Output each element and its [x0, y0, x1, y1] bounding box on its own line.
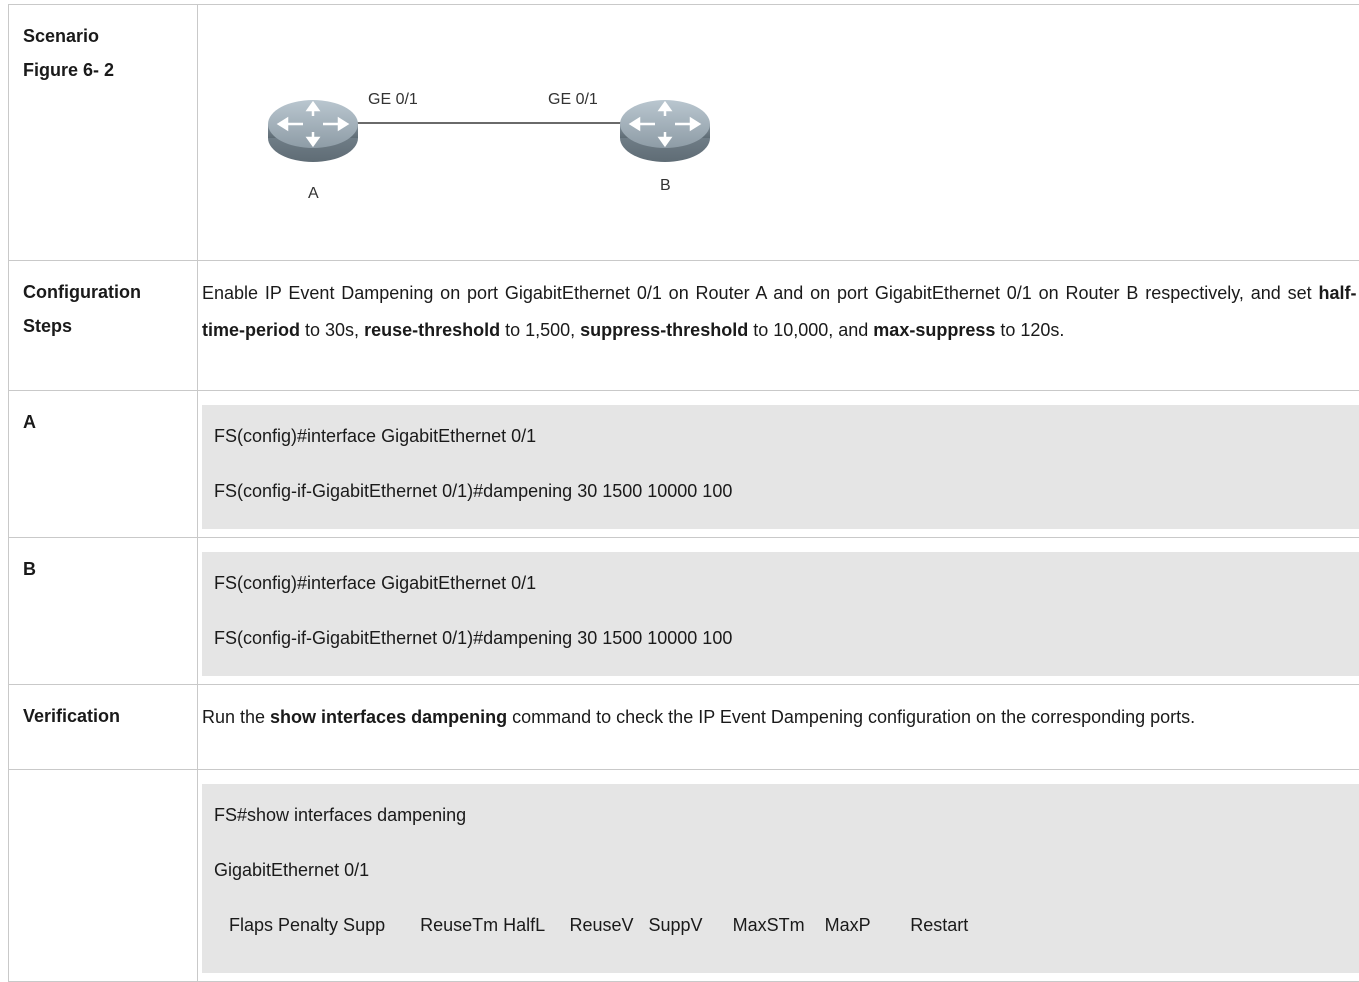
config-text-1: Enable IP Event Dampening on port Gigabi…: [202, 283, 1319, 303]
router-a-code-cell: FS(config)#interface GigabitEthernet 0/1…: [198, 391, 1359, 538]
verification-paragraph: Run the show interfaces dampening comman…: [198, 685, 1359, 736]
router-a-label: A: [308, 185, 319, 203]
verification-text-cell: Run the show interfaces dampening comman…: [198, 685, 1359, 770]
code-line: FS(config)#interface GigabitEthernet 0/1: [214, 409, 1359, 464]
config-steps-label-line2: Steps: [23, 309, 197, 343]
router-b-row-label: B: [23, 552, 197, 586]
reuse-threshold-term: reuse-threshold: [364, 320, 500, 340]
output-code-block: FS#show interfaces dampening GigabitEthe…: [202, 784, 1359, 973]
port-a-label: GE 0/1: [368, 91, 418, 109]
show-interfaces-dampening-term: show interfaces dampening: [270, 707, 507, 727]
router-b-code-block: FS(config)#interface GigabitEthernet 0/1…: [202, 552, 1359, 676]
code-line: Flaps Penalty Supp ReuseTm HalfL ReuseV …: [214, 898, 1359, 953]
verification-label-cell: Verification: [9, 685, 198, 770]
output-row: FS#show interfaces dampening GigabitEthe…: [9, 770, 1359, 982]
router-a-label-cell: A: [9, 391, 198, 538]
scenario-label: Scenario: [23, 19, 197, 53]
config-steps-text-cell: Enable IP Event Dampening on port Gigabi…: [198, 261, 1359, 391]
router-b-label-cell: B: [9, 538, 198, 685]
suppress-threshold-term: suppress-threshold: [580, 320, 748, 340]
config-text-4: to 10,000, and: [748, 320, 873, 340]
config-steps-row: Configuration Steps Enable IP Event Damp…: [9, 261, 1359, 391]
config-steps-label-cell: Configuration Steps: [9, 261, 198, 391]
router-b-label: B: [660, 177, 671, 195]
scenario-label-cell: Scenario Figure 6- 2: [9, 5, 198, 261]
topology-diagram: [268, 75, 788, 215]
router-a-row: A FS(config)#interface GigabitEthernet 0…: [9, 391, 1359, 538]
config-steps-paragraph: Enable IP Event Dampening on port Gigabi…: [198, 261, 1359, 349]
verification-row: Verification Run the show interfaces dam…: [9, 685, 1359, 770]
verification-label: Verification: [23, 699, 197, 733]
router-a-row-label: A: [23, 405, 197, 439]
config-text-5: to 120s.: [995, 320, 1064, 340]
max-suppress-term: max-suppress: [873, 320, 995, 340]
verification-text-2: command to check the IP Event Dampening …: [507, 707, 1195, 727]
config-text-2: to 30s,: [300, 320, 364, 340]
router-a-icon: [268, 100, 358, 162]
code-line: FS(config-if-GigabitEthernet 0/1)#dampen…: [214, 611, 1359, 666]
scenario-row: Scenario Figure 6- 2: [9, 5, 1359, 261]
figure-label: Figure 6- 2: [23, 53, 197, 87]
code-line: FS(config)#interface GigabitEthernet 0/1: [214, 556, 1359, 611]
code-line: FS(config-if-GigabitEthernet 0/1)#dampen…: [214, 464, 1359, 519]
output-code-cell: FS#show interfaces dampening GigabitEthe…: [198, 770, 1359, 982]
verification-text-1: Run the: [202, 707, 270, 727]
router-a-code-block: FS(config)#interface GigabitEthernet 0/1…: [202, 405, 1359, 529]
code-line: FS#show interfaces dampening: [214, 788, 1359, 843]
router-b-code-cell: FS(config)#interface GigabitEthernet 0/1…: [198, 538, 1359, 685]
router-b-row: B FS(config)#interface GigabitEthernet 0…: [9, 538, 1359, 685]
config-text-3: to 1,500,: [500, 320, 580, 340]
output-label-cell: [9, 770, 198, 982]
topology-figure: GE 0/1 GE 0/1 A B: [198, 5, 1359, 250]
scenario-figure-cell: GE 0/1 GE 0/1 A B: [198, 5, 1359, 261]
config-steps-label-line1: Configuration: [23, 275, 197, 309]
code-line: GigabitEthernet 0/1: [214, 843, 1359, 898]
port-b-label: GE 0/1: [548, 91, 598, 109]
router-b-icon: [620, 100, 710, 162]
configuration-table: Scenario Figure 6- 2: [8, 4, 1359, 982]
document-page: Scenario Figure 6- 2: [0, 0, 1359, 911]
